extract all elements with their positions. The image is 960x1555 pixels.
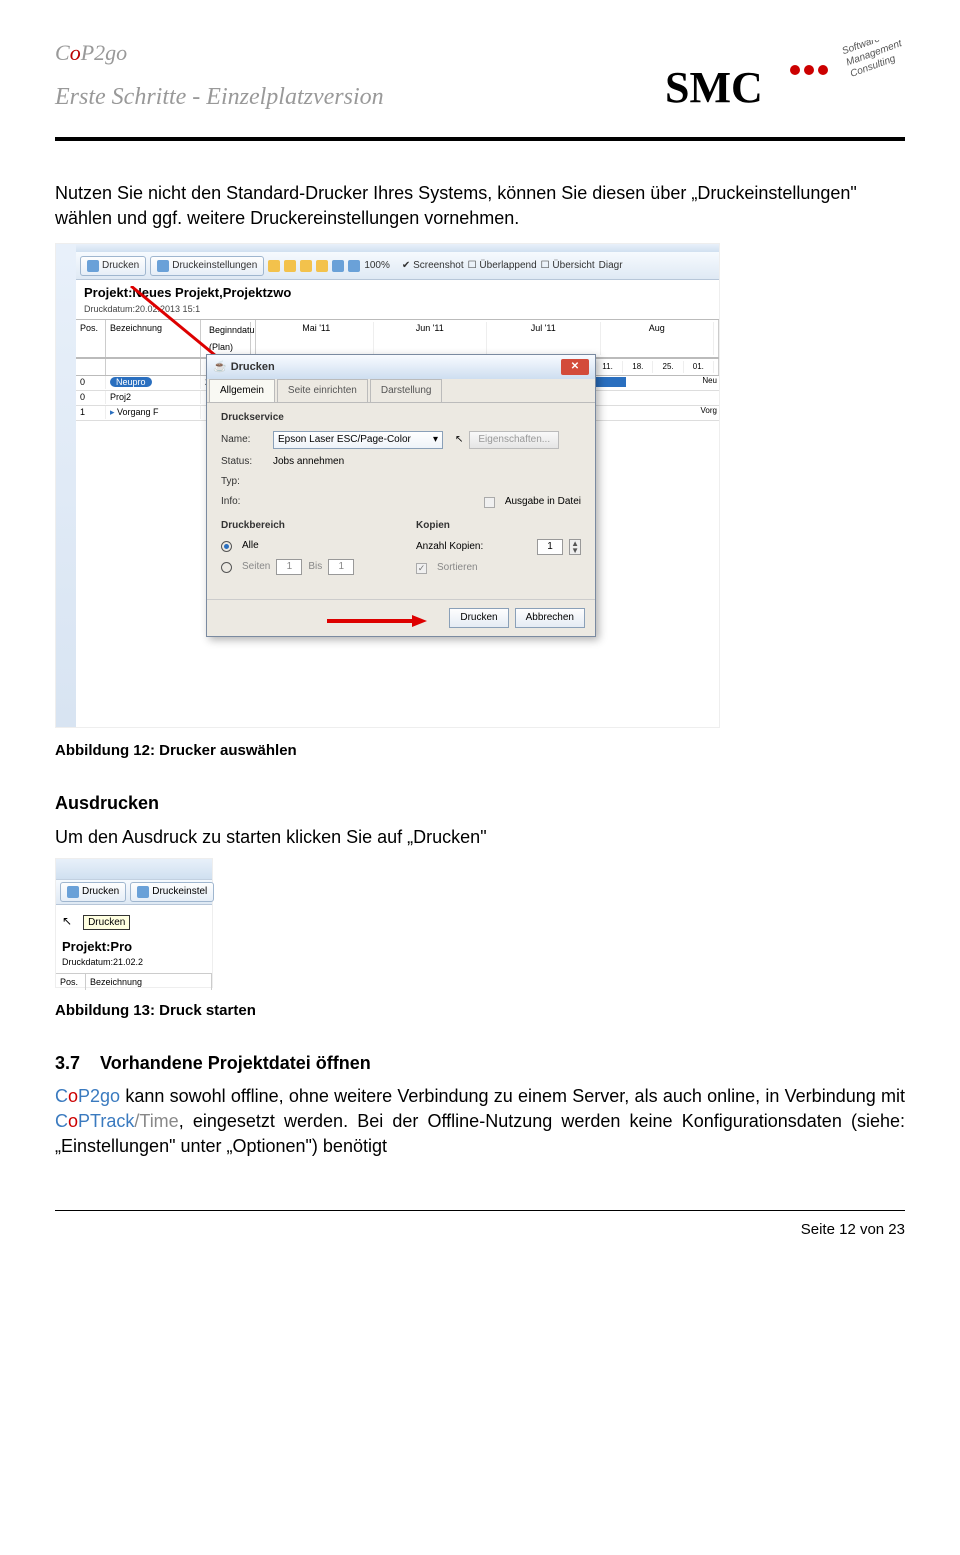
logo-dot-icon (804, 65, 814, 75)
doc-subtitle: Erste Schritte - Einzelplatzversion (55, 84, 384, 111)
header-divider (55, 137, 905, 141)
diag-label: Diagr (599, 259, 623, 273)
tab-appearance[interactable]: Darstellung (370, 379, 443, 402)
zoom-value[interactable]: 100% (364, 259, 390, 273)
logo-dot-icon (790, 65, 800, 75)
printer-select[interactable]: Epson Laser ESC/Page-Color▾ (273, 431, 443, 449)
task-pill: Neupro (110, 377, 152, 387)
label-info: Info: (221, 495, 267, 509)
label-name: Name: (221, 433, 267, 447)
heading-ausdrucken: Ausdrucken (55, 791, 905, 816)
print-dialog: ☕ Drucken ✕ Allgemein Seite einrichten Da… (206, 354, 596, 637)
gear-icon (157, 260, 169, 272)
value-status: Jobs annehmen (273, 455, 344, 469)
app-left-rail (56, 244, 76, 727)
spinner-arrows-icon[interactable]: ▲▼ (569, 539, 581, 555)
figure-caption-13: Abbildung 13: Druck starten (55, 1000, 905, 1021)
java-icon: ☕ (213, 361, 227, 373)
chk-overlap[interactable]: Überlappend (479, 260, 536, 271)
footer-divider (55, 1210, 905, 1211)
tooltip: Drucken (83, 915, 130, 930)
page-number: Seite 12 von 23 (55, 1221, 905, 1238)
paragraph-intro: Nutzen Sie nicht den Standard-Drucker Ih… (55, 181, 905, 231)
print-date-2: Druckdatum:21.02.2 (56, 956, 212, 969)
zoom-out-icon[interactable] (332, 260, 344, 272)
col-bez: Bezeichnung (106, 320, 201, 357)
logo-dot-icon (818, 65, 828, 75)
col-pos: Pos. (76, 320, 106, 357)
label-copies: Anzahl Kopien: (416, 540, 483, 554)
cursor-icon: ↖ (455, 433, 463, 447)
app-toolbar: Drucken Druckeinstellungen 100% ✔ Screen… (76, 252, 719, 280)
gantt-header: Pos. Bezeichnung Beginndatu (Plan) Mai '… (76, 319, 719, 358)
copies-spinner[interactable]: 1 (537, 539, 563, 555)
fieldset-print-service: Druckservice (221, 411, 581, 425)
fieldset-range: Druckbereich (221, 519, 386, 533)
label-status: Status: (221, 455, 267, 469)
project-title: Projekt:Neues Projekt,Projektzwo (76, 280, 719, 302)
gear-icon (137, 886, 149, 898)
radio-pages[interactable] (221, 562, 232, 573)
project-title-2: Projekt:Pro (56, 934, 212, 956)
page-to-input[interactable]: 1 (328, 559, 354, 575)
screenshot-print-button: Drucken Druckeinstel ↖ Drucken Projekt:P… (55, 858, 213, 988)
printer-icon (87, 260, 99, 272)
dialog-title: Drucken (231, 361, 275, 373)
cursor-icon: ↖ (62, 914, 72, 928)
section-number: 3.7 (55, 1051, 80, 1076)
checkbox-collate[interactable]: ✓ (416, 563, 427, 574)
dialog-print-button[interactable]: Drucken (449, 608, 508, 628)
toolbar-print-settings-button[interactable]: Druckeinstellungen (150, 256, 264, 276)
nav-prev-icon[interactable] (284, 260, 296, 272)
paragraph-section-3-7: CoP2go kann sowohl offline, ohne weitere… (55, 1084, 905, 1160)
product-letter-o: o (70, 40, 81, 65)
screenshot-print-dialog: Drucken Druckeinstellungen 100% ✔ Screen… (55, 243, 720, 728)
logo-text: SMC (665, 63, 763, 112)
toolbar-print-button[interactable]: Drucken (80, 256, 146, 276)
properties-button[interactable]: Eigenschaften... (469, 431, 559, 449)
product-rest: P2go (81, 40, 127, 65)
toolbar-print-settings-button[interactable]: Druckeinstel (130, 882, 214, 902)
nav-first-icon[interactable] (268, 260, 280, 272)
page-header: CoP2go Erste Schritte - Einzelplatzversi… (55, 40, 905, 125)
tab-page-setup[interactable]: Seite einrichten (277, 379, 368, 402)
chk-overview[interactable]: Übersicht (552, 260, 594, 271)
print-date: Druckdatum:20.02.2013 15:1 (76, 303, 719, 320)
nav-last-icon[interactable] (316, 260, 328, 272)
page-from-input[interactable]: 1 (276, 559, 302, 575)
table-header-2: Pos. Bezeichnung (56, 973, 212, 991)
nav-next-icon[interactable] (300, 260, 312, 272)
printer-icon (67, 886, 79, 898)
figure-caption-12: Abbildung 12: Drucker auswählen (55, 740, 905, 761)
fieldset-copies: Kopien (416, 519, 581, 533)
checkbox-file-output[interactable] (484, 497, 495, 508)
radio-all[interactable] (221, 541, 232, 552)
annotation-arrow-icon (327, 613, 427, 629)
tab-general[interactable]: Allgemein (209, 379, 275, 402)
chk-screenshot[interactable]: Screenshot (413, 260, 464, 271)
close-button[interactable]: ✕ (561, 359, 589, 375)
label-type: Typ: (221, 475, 267, 489)
dialog-cancel-button[interactable]: Abbrechen (515, 608, 585, 628)
product-coptrack: CoPTrack/Time (55, 1111, 179, 1131)
section-3-7-heading: 3.7 Vorhandene Projektdatei öffnen (55, 1051, 905, 1076)
paragraph-ausdrucken: Um den Ausdruck zu starten klicken Sie a… (55, 825, 905, 850)
timeline-months: Mai '11Jun '11Jul '11Aug (256, 320, 719, 357)
toolbar-print-button[interactable]: Drucken (60, 882, 126, 902)
zoom-in-icon[interactable] (348, 260, 360, 272)
company-logo: Software Management Consulting SMC (665, 40, 905, 125)
col-begin: Beginndatu (Plan) (201, 320, 256, 357)
product-title: CoP2go (55, 40, 384, 66)
section-title: Vorhandene Projektdatei öffnen (100, 1053, 371, 1073)
product-letter-c: C (55, 40, 70, 65)
chevron-down-icon: ▾ (433, 433, 438, 447)
